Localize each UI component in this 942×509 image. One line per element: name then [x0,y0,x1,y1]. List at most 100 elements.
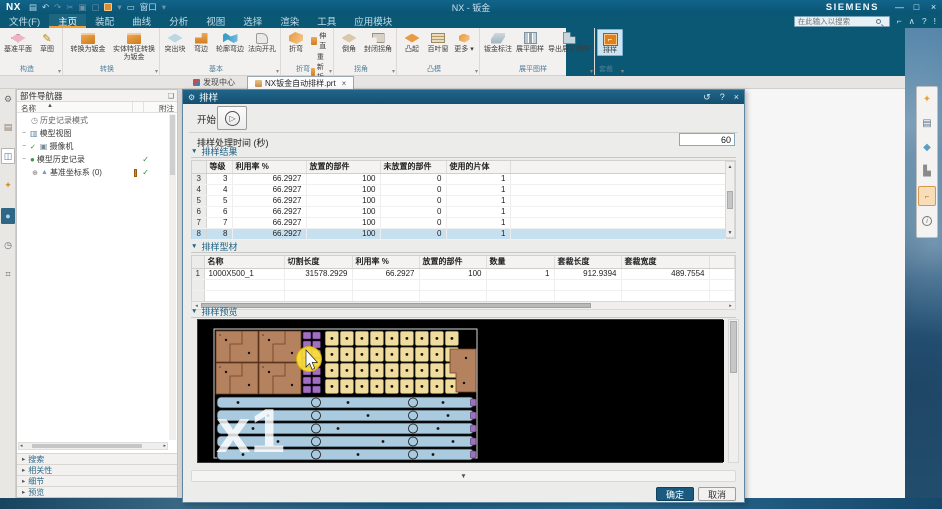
dialog-reset-icon[interactable]: ↺ [703,92,711,103]
undo-icon[interactable]: ↶ [42,2,49,13]
window-menu[interactable]: 窗口 [140,1,157,13]
tree-item-cameras[interactable]: − ✓ ▣ 摄像机 [17,140,169,153]
louver-button[interactable]: 百叶窗 [425,29,451,54]
expand-icon[interactable]: ⊕ [31,169,39,177]
convert-to-sheetmetal-button[interactable]: 转换为钣金 [65,29,111,54]
command-search[interactable] [794,16,890,27]
group-dialog-launcher-icon[interactable]: ▾ [58,68,61,75]
dialog-help-icon[interactable]: ? [720,92,725,103]
preview-collapse-bar[interactable]: ▼ [191,470,736,482]
menu-analysis[interactable]: 分析 [160,14,197,28]
start-nesting-button[interactable]: ▷ [217,106,247,130]
scroll-down-icon[interactable]: ▼ [726,228,734,237]
unbend-button[interactable]: 伸直 [309,31,331,51]
web-browser-icon[interactable]: ● [1,208,15,224]
nesting-view-icon[interactable]: ⌐ [918,186,936,206]
menu-select[interactable]: 选择 [234,14,271,28]
menu-file[interactable]: 文件(F) [0,14,49,28]
collapse-icon[interactable]: − [20,143,28,150]
tab-button[interactable]: 突出块 [162,29,188,54]
alert-icon[interactable]: ! [934,16,936,26]
sheetmetal-callout-button[interactable]: 钣金标注 [482,29,514,54]
minimize-button[interactable]: — [891,2,908,12]
menu-tools[interactable]: 工具 [308,14,345,28]
navigator-horizontal-scrollbar[interactable]: ◂▸ [18,442,168,450]
info-icon[interactable]: i [918,211,936,231]
sheet-body-icon[interactable]: ◆ [918,137,936,157]
solid-to-sheetmetal-button[interactable]: 实体特征转换为钣金 [111,29,157,61]
results-row[interactable]: 7766.292710001 [192,217,726,228]
close-button[interactable]: × [925,2,942,12]
restore-button[interactable]: □ [908,2,925,12]
collapse-icon[interactable]: − [20,130,28,137]
group-dialog-launcher-icon[interactable]: ▾ [155,68,158,75]
tree-item-datum-csys[interactable]: ⊕ ▲ 基准坐标系 (0) ✓ [17,166,169,179]
minimize-ribbon-icon[interactable]: ∧ [909,16,915,27]
dialog-title-bar[interactable]: ⚙ 排样 ↺ ? × [183,90,744,104]
navigator-section-details[interactable]: ▸细节 [17,475,177,486]
menu-home[interactable]: 主页 [49,14,86,28]
menu-application-modules[interactable]: 应用模块 [345,14,401,28]
results-table-scrollbar[interactable]: ▲ ▼ [725,161,735,238]
cut-icon[interactable]: ✂ [66,2,73,13]
constraint-navigator-icon[interactable]: ✦ [1,177,15,193]
navigator-column-header[interactable]: 名称 ▲ 附注 [17,102,177,113]
group-dialog-launcher-icon[interactable]: ▾ [392,68,395,75]
group-dialog-launcher-icon[interactable]: ▾ [276,68,279,75]
column-comment[interactable]: 附注 [159,103,174,114]
menu-render[interactable]: 渲染 [271,14,308,28]
part-navigator-icon[interactable]: ◫ [1,148,15,164]
help-icon[interactable]: ? [922,16,927,26]
copy-icon[interactable]: ▣ [78,2,86,13]
tree-item-model-views[interactable]: − ▥ 模型视图 [17,127,169,140]
results-row[interactable]: 5566.292710001 [192,195,726,206]
preview-canvas[interactable]: x1 [198,320,724,462]
part-icon[interactable]: ▤ [918,113,936,133]
bead-button[interactable]: 凸起 [399,29,425,54]
tab-discovery-center[interactable]: 发现中心 [186,76,242,89]
sparkle-icon[interactable]: ✦ [918,89,936,109]
group-dialog-launcher-icon[interactable]: ▾ [590,68,593,75]
menu-view[interactable]: 视图 [197,14,234,28]
tree-item-history-mode[interactable]: ◷ 历史记录模式 [17,114,169,127]
roles-palette-icon[interactable]: ⌗ [1,266,15,282]
profiles-section-header[interactable]: ▼ 排样型材 [191,241,736,253]
scroll-up-icon[interactable]: ▲ [726,162,734,171]
results-header-row[interactable]: 等级 利用率 % 放置的部件 未放置的部件 使用的片体 [192,161,726,173]
export-flat-pattern-button[interactable]: 导出展平图样 [546,29,592,54]
preview-scrollbar[interactable] [728,319,739,463]
bend-button[interactable]: 折弯 [283,29,309,54]
profiles-header-row[interactable]: 名称 切割长度 利用率 % 放置的部件 数量 套裁长度 套裁宽度 [192,256,735,268]
assembly-navigator-icon[interactable]: ▤ [1,119,15,135]
collapse-icon[interactable]: − [20,156,28,163]
nesting-preview-viewport[interactable]: x1 [197,319,723,463]
window-menu-caret[interactable]: ▾ [162,2,166,13]
navigator-vertical-scrollbar[interactable] [169,114,176,440]
group-dialog-launcher-icon[interactable]: ▾ [621,68,624,75]
tree-item-model-history[interactable]: − ● 模型历史记录 ✓ [17,153,169,166]
contour-flange-button[interactable]: 轮廓弯边 [214,29,246,54]
more-button[interactable]: 更多 ▾ [451,29,477,54]
flange-button[interactable]: 弯边 [188,29,214,54]
touch-icon[interactable]: ▭ [127,2,135,13]
normal-cutout-button[interactable]: 法向开孔 [246,29,278,54]
results-row[interactable]: 4466.292710001 [192,184,726,195]
results-row[interactable]: 6666.292710001 [192,206,726,217]
redo-icon[interactable]: ↷ [54,2,61,13]
save-icon[interactable]: ▤ [29,2,37,13]
processing-time-input[interactable] [679,133,735,146]
dropdown-icon[interactable]: ▾ [117,2,121,13]
group-dialog-launcher-icon[interactable]: ▾ [329,68,332,75]
column-name[interactable]: 名称 [21,103,36,114]
navigator-section-preview[interactable]: ▸预览 [17,486,177,497]
closed-corner-button[interactable]: 封闭拐角 [362,29,394,54]
flat-pattern-button[interactable]: 展平图样 [514,29,546,54]
results-row[interactable]: 8866.292710001 [192,228,726,239]
cancel-button[interactable]: 取消 [698,487,736,501]
sketch-button[interactable]: ✎ 草图 [34,29,60,54]
history-palette-icon[interactable]: ◷ [1,237,15,253]
command-finder-icon[interactable] [104,3,112,11]
flat-pattern-view-icon[interactable]: ▙ [918,161,936,181]
navigator-section-dependencies[interactable]: ▸相关性 [17,464,177,475]
tab-active-document[interactable]: NX钣金自动排样.prt × [247,76,354,89]
